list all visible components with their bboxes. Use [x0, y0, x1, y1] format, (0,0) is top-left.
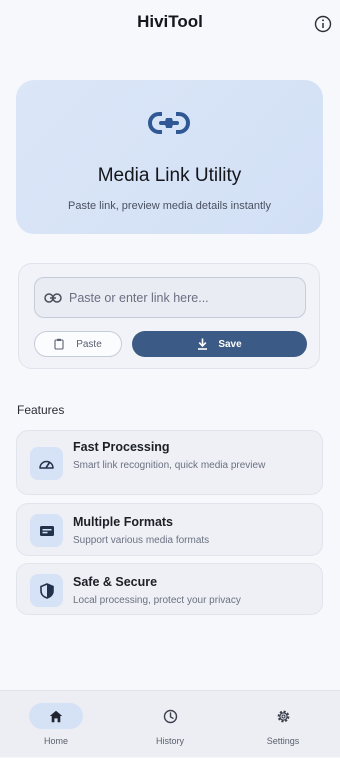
gear-icon: [277, 710, 289, 722]
feature-card-fast-processing: Fast Processing Smart link recognition, …: [16, 430, 323, 495]
history-icon: [163, 709, 177, 723]
app-title: HiviTool: [137, 12, 203, 31]
nav-label: History: [155, 736, 184, 746]
feature-card-multiple-formats: Multiple Formats Support various media f…: [16, 503, 323, 556]
features-heading: Features: [17, 403, 65, 417]
feature-description: Local processing, protect your privacy: [73, 595, 241, 606]
feature-title: Multiple Formats: [73, 515, 174, 529]
paste-button[interactable]: Paste: [34, 331, 122, 357]
link-input-field[interactable]: [34, 277, 306, 318]
link-input-card: Paste Save: [18, 263, 320, 369]
speed-icon-box: [30, 447, 63, 480]
nav-item-settings[interactable]: Settings: [243, 691, 323, 758]
nav-indicator: [143, 703, 197, 729]
hero-title: Media Link Utility: [97, 165, 242, 186]
link-icon: [148, 109, 190, 137]
formats-icon-box: [30, 514, 63, 547]
nav-item-home[interactable]: Home: [16, 691, 96, 758]
shield-icon-box: [30, 574, 63, 607]
formats-icon: [39, 525, 54, 536]
save-button[interactable]: Save: [132, 331, 307, 357]
download-icon: [198, 338, 208, 350]
info-icon: [314, 15, 332, 33]
link-input[interactable]: [69, 279, 299, 316]
feature-description: Smart link recognition, quick media prev…: [73, 460, 266, 471]
nav-item-history[interactable]: History: [130, 691, 210, 758]
speed-icon: [39, 460, 54, 469]
info-button[interactable]: [313, 14, 333, 34]
feature-title: Safe & Secure: [73, 575, 158, 589]
feature-card-safe-secure: Safe & Secure Local processing, protect …: [16, 563, 323, 615]
hero-subtitle: Paste link, preview media details instan…: [68, 200, 271, 212]
nav-label: Settings: [266, 736, 300, 746]
clipboard-icon: [54, 338, 64, 350]
feature-title: Fast Processing: [73, 440, 170, 454]
save-label: Save: [218, 338, 242, 350]
bottom-navigation: Home History Settings: [0, 690, 340, 757]
link-icon: [44, 293, 62, 303]
feature-description: Support various media formats: [73, 535, 210, 546]
nav-label: Home: [43, 736, 68, 746]
paste-label: Paste: [76, 338, 102, 350]
hero-card: Media Link Utility Paste link, preview m…: [16, 80, 323, 234]
nav-indicator: [29, 703, 83, 729]
nav-indicator: [256, 703, 310, 729]
shield-icon: [39, 582, 54, 599]
home-icon: [49, 710, 63, 722]
